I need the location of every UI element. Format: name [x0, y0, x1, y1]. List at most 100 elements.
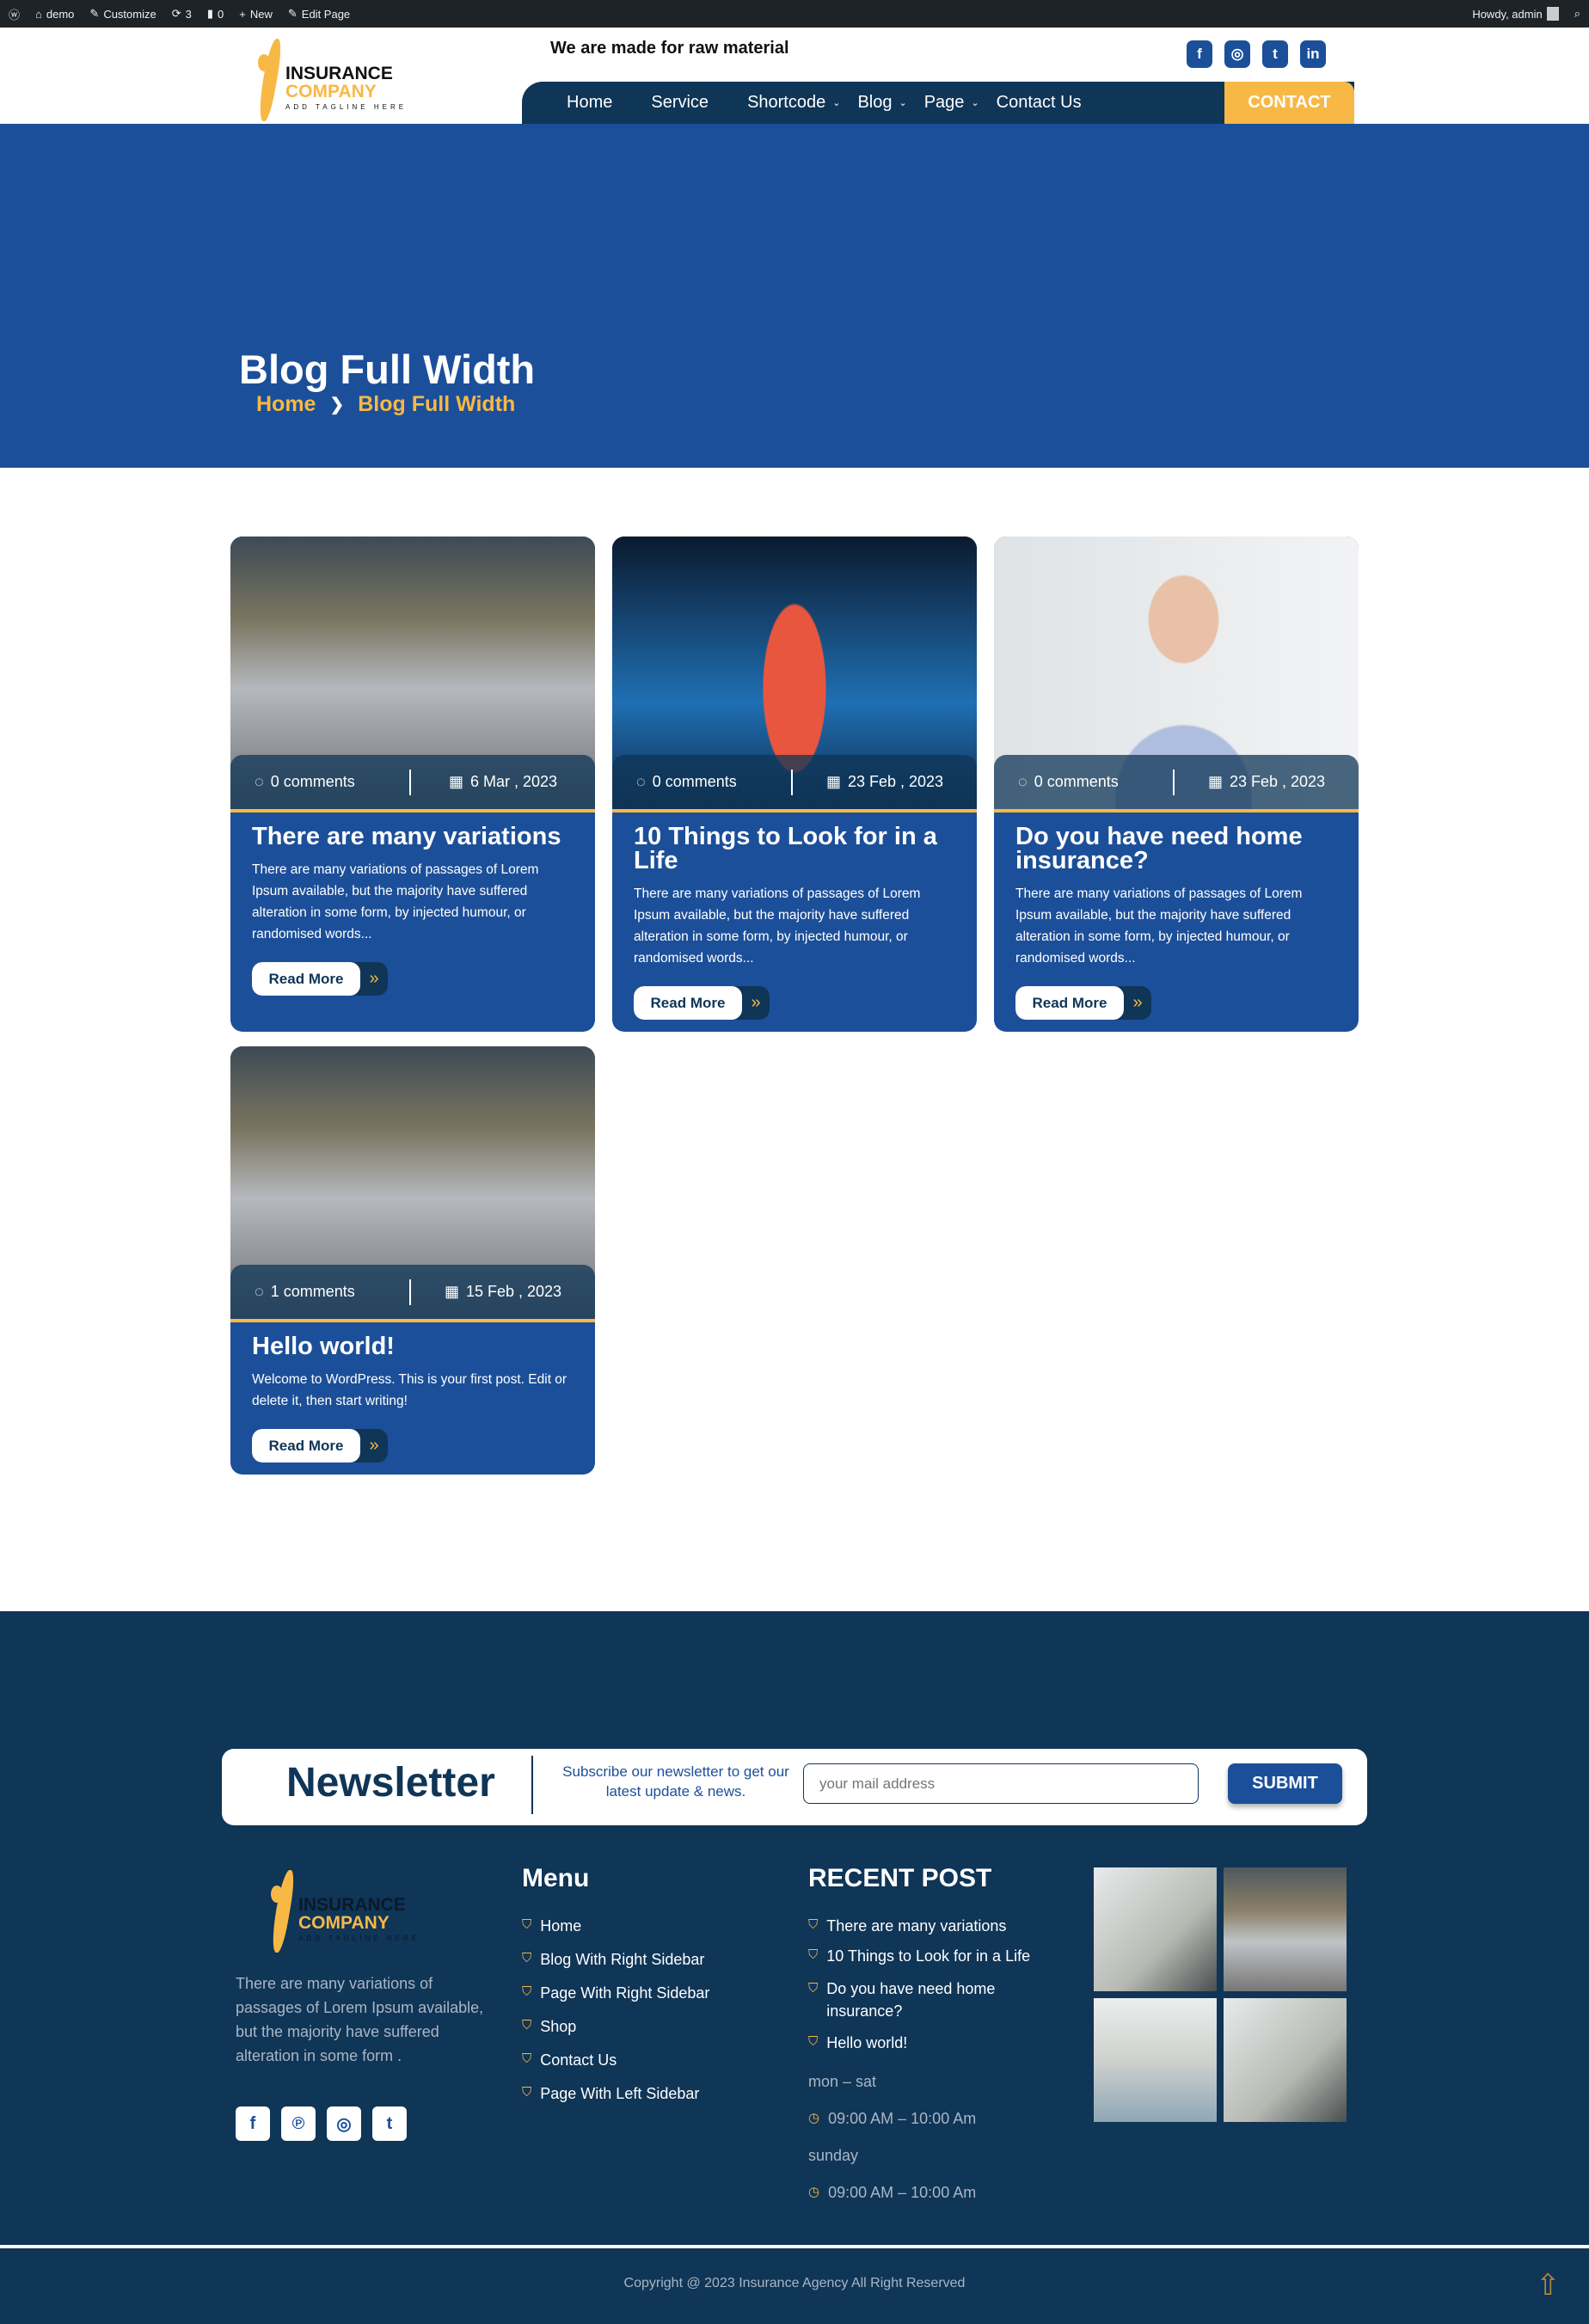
gallery-image[interactable]	[1094, 1867, 1217, 1991]
facebook-icon[interactable]: f	[236, 2106, 270, 2141]
hours-time: ◷ 09:00 AM – 10:00 Am	[808, 2110, 977, 2127]
post-card: ◌ 1 comments ▦ 15 Feb , 2023 Hello world! We…	[230, 1046, 595, 1475]
shield-icon: ⛉	[808, 1917, 819, 1932]
admin-account[interactable]: Howdy, admin	[1472, 7, 1559, 21]
footer-menu-item[interactable]: ⛉ Contact Us	[522, 2051, 709, 2070]
recent-post-link[interactable]: ⛉ Do you have need home insurance?	[808, 1978, 1066, 2022]
linkedin-icon[interactable]: in	[1300, 40, 1326, 68]
recent-post-link[interactable]: ⛉ 10 Things to Look for in a Life	[808, 1947, 1066, 1965]
page-hero: Blog Full Width Home ❯ Blog Full Width	[0, 124, 1589, 468]
comment-icon: ◌	[1018, 773, 1028, 790]
read-more-button[interactable]: Read More»	[634, 986, 770, 1020]
read-more-button[interactable]: Read More»	[252, 1429, 388, 1462]
footer-menu-item[interactable]: ⛉ Page With Left Sidebar	[522, 2085, 709, 2103]
post-comments[interactable]: ◌ 1 comments	[230, 1279, 411, 1305]
footer-menu: Menu ⛉ Home ⛉ Blog With Right Sidebar ⛉ Pag…	[522, 1864, 709, 2103]
comment-icon: ◌	[636, 773, 646, 790]
admin-updates-link[interactable]: ⟳ 3	[172, 7, 192, 21]
comment-icon: ◌	[255, 1283, 264, 1300]
footer-menu-item[interactable]: ⛉ Shop	[522, 2018, 709, 2036]
post-title[interactable]: 10 Things to Look for in a Life	[634, 825, 955, 874]
post-comments[interactable]: ◌ 0 comments	[612, 769, 793, 795]
post-image[interactable]: ◌ 1 comments ▦ 15 Feb , 2023	[230, 1046, 595, 1322]
newsletter-title: Newsletter	[286, 1760, 495, 1806]
back-to-top-icon[interactable]: ⇧	[1536, 2270, 1565, 2301]
footer-menu-item[interactable]: ⛉ Page With Right Sidebar	[522, 1984, 709, 2002]
footer-about: There are many variations of passages of…	[236, 1975, 484, 2064]
nav-home[interactable]: Home	[567, 93, 612, 113]
wordpress-logo-icon[interactable]: ⓦ	[9, 6, 20, 22]
admin-edit-page-link[interactable]: ✎ Edit Page	[288, 7, 350, 21]
shield-icon: ⛉	[522, 2018, 532, 2033]
admin-site-link[interactable]: ⌂ demo	[35, 8, 74, 21]
gallery-image[interactable]	[1224, 1998, 1347, 2122]
post-excerpt: There are many variations of passages of…	[634, 886, 921, 966]
post-image[interactable]: ◌ 0 comments ▦ 23 Feb , 2023	[612, 537, 977, 812]
calendar-icon: ▦	[448, 773, 463, 790]
post-date: ▦ 23 Feb , 2023	[1207, 773, 1326, 790]
instagram-icon[interactable]: ◎	[327, 2106, 361, 2141]
post-excerpt: Welcome to WordPress. This is your first…	[252, 1372, 568, 1408]
admin-comments-link[interactable]: ▮ 0	[207, 7, 224, 21]
submit-button[interactable]: SUBMIT	[1228, 1763, 1342, 1804]
post-title[interactable]: There are many variations	[252, 825, 574, 849]
chevron-right-icon: ❯	[329, 396, 345, 414]
shield-icon: ⛉	[522, 2051, 532, 2066]
recent-post-link[interactable]: ⛉ There are many variations	[808, 1917, 1066, 1935]
admin-bar: ⓦ ⌂ demo ✎ Customize ⟳ 3 ▮ 0 + New ✎ Edi…	[0, 0, 1589, 28]
post-image[interactable]: ◌ 0 comments ▦ 23 Feb , 2023	[994, 537, 1359, 812]
site-footer	[0, 1611, 1589, 2324]
breadcrumb-home[interactable]: Home	[256, 392, 316, 417]
post-title[interactable]: Hello world!	[252, 1334, 574, 1359]
post-image[interactable]: ◌ 0 comments ▦ 6 Mar , 2023	[230, 537, 595, 812]
footer-recent-posts: RECENT POST ⛉ There are many variations ⛉…	[808, 1864, 1066, 2202]
double-chevron-icon: »	[1132, 993, 1143, 1012]
copyright: Copyright @ 2023 Insurance Agency All Ri…	[623, 2276, 966, 2290]
footer-menu-item[interactable]: ⛉ Home	[522, 1917, 709, 1935]
logo-line1: INSURANCE	[285, 64, 393, 83]
divider	[531, 1756, 533, 1814]
post-excerpt: There are many variations of passages of…	[1015, 886, 1303, 966]
shield-icon: ⛉	[522, 1917, 532, 1932]
footer-logo[interactable]: INSURANCE COMPANY ADD TAGLINE HERE	[262, 1870, 420, 1953]
nav-service[interactable]: Service	[651, 93, 709, 113]
pinterest-icon[interactable]: ℗	[281, 2106, 316, 2141]
footer-menu-item[interactable]: ⛉ Blog With Right Sidebar	[522, 1951, 709, 1969]
instagram-icon[interactable]: ◎	[1224, 40, 1250, 68]
logo-tagline: ADD TAGLINE HERE	[285, 103, 408, 111]
post-title[interactable]: Do you have need home insurance?	[1015, 825, 1337, 874]
read-more-button[interactable]: Read More»	[1015, 986, 1151, 1020]
logo-figure-icon	[249, 39, 285, 121]
breadcrumb-current: Blog Full Width	[358, 392, 516, 416]
gallery-image[interactable]	[1224, 1867, 1347, 1991]
post-excerpt: There are many variations of passages of…	[252, 862, 539, 941]
clock-icon: ◷	[808, 2111, 820, 2125]
header-tagline: We are made for raw material	[550, 39, 789, 58]
twitter-icon[interactable]: t	[372, 2106, 407, 2141]
nav-shortcode[interactable]: Shortcode ⌄	[747, 93, 840, 113]
read-more-button[interactable]: Read More»	[252, 962, 388, 996]
nav-contact-us[interactable]: Contact Us	[997, 93, 1082, 113]
site-logo[interactable]: INSURANCE COMPANY ADD TAGLINE HERE	[249, 39, 407, 121]
calendar-icon: ▦	[825, 773, 841, 790]
hours-days: mon – sat	[808, 2073, 877, 2090]
recent-post-title: RECENT POST	[808, 1864, 992, 1892]
shield-icon: ⛉	[522, 2085, 532, 2100]
facebook-icon[interactable]: f	[1187, 40, 1212, 68]
gallery-image[interactable]	[1094, 1998, 1217, 2122]
shield-icon: ⛉	[808, 2034, 819, 2049]
twitter-icon[interactable]: t	[1262, 40, 1288, 68]
email-input[interactable]	[803, 1763, 1199, 1804]
calendar-icon: ▦	[1207, 773, 1223, 790]
post-card: ◌ 0 comments ▦ 6 Mar , 2023 There are many …	[230, 537, 595, 1032]
post-comments[interactable]: ◌ 0 comments	[230, 769, 411, 795]
admin-search-icon[interactable]: ⌕	[1574, 7, 1580, 21]
admin-new-link[interactable]: + New	[239, 8, 273, 21]
nav-page[interactable]: Page ⌄	[924, 93, 979, 113]
admin-customize-link[interactable]: ✎ Customize	[89, 7, 156, 21]
nav-blog[interactable]: Blog ⌄	[857, 93, 906, 113]
contact-button[interactable]: CONTACT	[1224, 82, 1354, 124]
post-comments[interactable]: ◌ 0 comments	[994, 769, 1175, 795]
breadcrumb: Home ❯ Blog Full Width	[256, 392, 515, 417]
recent-post-link[interactable]: ⛉ Hello world!	[808, 2034, 1066, 2052]
